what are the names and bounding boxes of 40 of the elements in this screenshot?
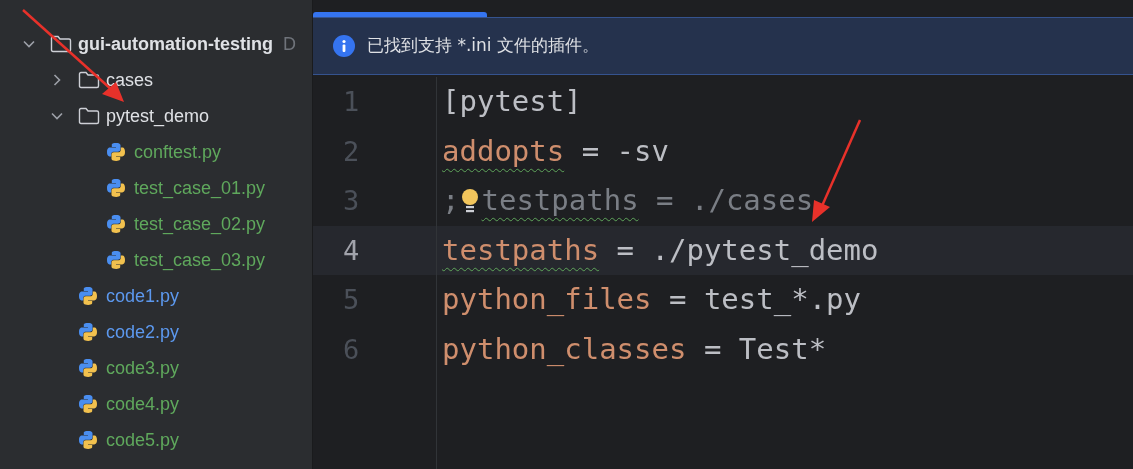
folder-icon (50, 35, 72, 53)
code-text: [pytest] (442, 83, 582, 121)
code-text: = ./pytest_demo (615, 231, 879, 269)
python-file-icon (78, 322, 98, 342)
file-name[interactable]: code3.py (106, 354, 180, 382)
code-text: testpaths (481, 182, 639, 220)
python-file-icon (78, 358, 98, 378)
code-text: = ./cases (655, 182, 814, 220)
info-icon (333, 35, 355, 57)
code-text: python_classes (442, 331, 687, 368)
notification-message: 已找到支持 *.ini 文件的插件。 (367, 34, 599, 58)
python-file-icon (78, 286, 98, 306)
python-file-icon (106, 214, 126, 234)
code-text: ; (442, 182, 460, 220)
folder-name[interactable]: cases (106, 66, 154, 94)
line-number: 4 (313, 225, 436, 276)
file-name[interactable]: test_case_02.py (134, 210, 266, 238)
code-text: = Test* (702, 331, 827, 368)
file-name[interactable]: test_case_03.py (134, 246, 266, 274)
code-text: addopts (442, 132, 565, 170)
code-text: = -sv (580, 132, 669, 170)
code-text: python_files (442, 281, 652, 319)
python-file-icon (78, 394, 98, 414)
file-name[interactable]: code4.py (106, 390, 180, 418)
project-name[interactable]: gui-automation-testing (78, 30, 273, 58)
python-file-icon (106, 178, 126, 198)
python-file-icon (78, 430, 98, 450)
file-name[interactable]: conftest.py (134, 138, 222, 166)
folder-icon (78, 107, 100, 125)
file-name[interactable]: code5.py (106, 426, 180, 454)
file-name[interactable]: code1.py (106, 282, 180, 310)
python-file-icon (106, 250, 126, 270)
project-path: D (283, 32, 296, 56)
code-text: testpaths (442, 231, 600, 269)
python-file-icon (106, 142, 126, 162)
code-text: = test_*.py (667, 281, 862, 319)
file-name[interactable]: test_case_01.py (134, 174, 266, 202)
file-name[interactable]: code2.py (106, 318, 180, 346)
folder-name[interactable]: pytest_demo (106, 102, 210, 130)
folder-icon (78, 71, 100, 89)
